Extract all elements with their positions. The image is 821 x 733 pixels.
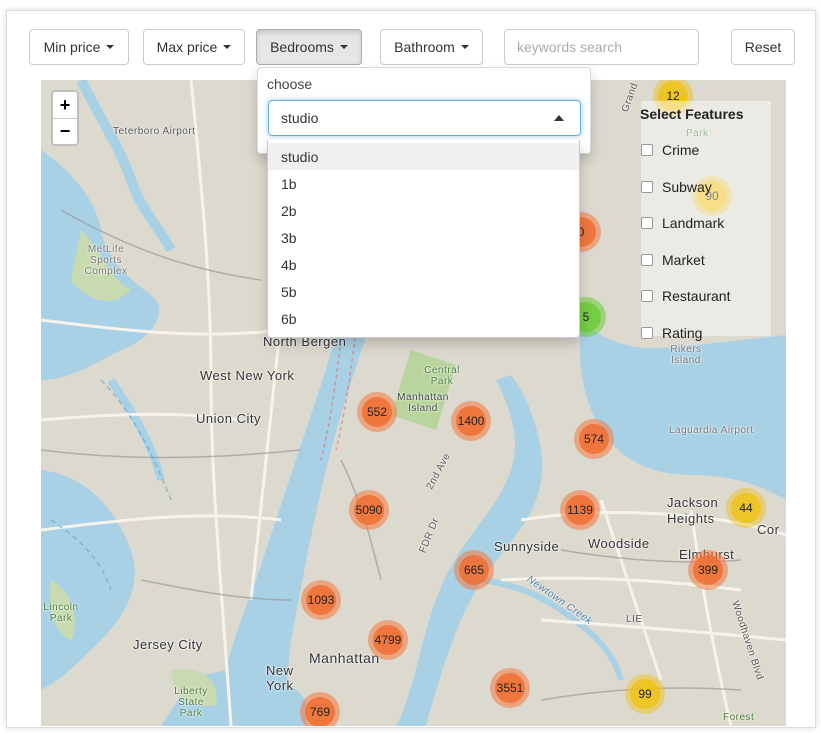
map-label-cor: Cor bbox=[757, 522, 780, 537]
keywords-search-input[interactable] bbox=[504, 29, 699, 65]
caret-down-icon bbox=[223, 45, 232, 49]
map-label-sunnyside: Sunnyside bbox=[494, 539, 560, 554]
map-label-manhattan: Manhattan bbox=[309, 650, 380, 666]
checkbox-icon[interactable] bbox=[641, 253, 653, 266]
map-label-new-york: New York bbox=[266, 663, 294, 693]
map-label-forest: Forest bbox=[723, 712, 755, 723]
feature-label: Rating bbox=[662, 324, 703, 341]
cluster-count: 1139 bbox=[565, 495, 595, 525]
cluster-marker[interactable]: 399 bbox=[688, 550, 728, 590]
feature-market[interactable]: Market bbox=[641, 242, 771, 279]
feature-label: Restaurant bbox=[662, 288, 731, 305]
bedrooms-button[interactable]: Bedrooms bbox=[256, 29, 362, 65]
map-label-jersey-city: Jersey City bbox=[133, 637, 203, 652]
cluster-marker[interactable]: 3551 bbox=[490, 668, 530, 708]
feature-label: Subway bbox=[662, 178, 712, 195]
checkbox-icon[interactable] bbox=[641, 290, 653, 303]
cluster-count: 99 bbox=[630, 679, 660, 709]
option-1b[interactable]: 1b bbox=[268, 170, 579, 197]
checkbox-icon[interactable] bbox=[641, 217, 653, 230]
cluster-marker[interactable]: 5090 bbox=[349, 490, 389, 530]
map-label-woodside: Woodside bbox=[588, 536, 650, 551]
map-label-metlife: MetLife Sports Complex bbox=[84, 244, 128, 277]
cluster-marker[interactable]: 4799 bbox=[368, 620, 408, 660]
checkbox-icon[interactable] bbox=[641, 144, 653, 157]
cluster-marker[interactable]: 574 bbox=[574, 419, 614, 459]
cluster-marker[interactable]: 769 bbox=[300, 692, 340, 726]
cluster-count: 399 bbox=[693, 555, 723, 585]
caret-down-icon bbox=[460, 45, 469, 49]
map-label-west-new-york: West New York bbox=[200, 368, 295, 383]
map-label-teterboro: Teterboro Airport bbox=[113, 126, 196, 137]
bathroom-label: Bathroom bbox=[394, 39, 455, 55]
feature-subway[interactable]: Subway bbox=[641, 169, 771, 206]
feature-label: Market bbox=[662, 251, 705, 268]
checkbox-icon[interactable] bbox=[641, 180, 653, 193]
map-label-liberty: Liberty State Park bbox=[174, 686, 208, 719]
cluster-count: 665 bbox=[459, 555, 489, 585]
feature-label: Crime bbox=[662, 142, 700, 159]
cluster-marker[interactable]: 44 bbox=[726, 488, 766, 528]
cluster-count: 4799 bbox=[373, 625, 403, 655]
select-features-panel: Select Features Crime Subway Landmark Marke… bbox=[640, 101, 771, 341]
cluster-marker[interactable]: 99 bbox=[625, 674, 665, 714]
bedrooms-options-list: studio 1b 2b 3b 4b 5b 6b bbox=[267, 140, 580, 338]
map-label-central-park: Central Park bbox=[424, 365, 460, 387]
caret-up-icon bbox=[554, 115, 564, 121]
map-label-jackson-heights: Jackson Heights bbox=[667, 495, 719, 526]
max-price-button[interactable]: Max price bbox=[143, 29, 245, 65]
option-4b[interactable]: 4b bbox=[268, 251, 579, 278]
features-title: Select Features bbox=[640, 106, 744, 122]
cluster-count: 769 bbox=[305, 697, 335, 726]
bedrooms-select[interactable]: studio bbox=[268, 100, 581, 136]
cluster-count: 1400 bbox=[456, 406, 486, 436]
option-5b[interactable]: 5b bbox=[268, 278, 579, 305]
cluster-marker[interactable]: 1400 bbox=[451, 401, 491, 441]
caret-down-icon bbox=[339, 45, 348, 49]
choose-label: choose bbox=[267, 76, 313, 92]
reset-button[interactable]: Reset bbox=[731, 29, 795, 65]
cluster-count: 1093 bbox=[306, 585, 336, 615]
feature-landmark[interactable]: Landmark bbox=[641, 205, 771, 242]
cluster-count: 3551 bbox=[495, 673, 525, 703]
min-price-label: Min price bbox=[43, 39, 101, 55]
bathroom-button[interactable]: Bathroom bbox=[380, 29, 483, 65]
map-label-laguardia: Laguardia Airport bbox=[669, 425, 754, 436]
select-value: studio bbox=[281, 110, 319, 126]
cluster-marker[interactable]: 1093 bbox=[301, 580, 341, 620]
cluster-count: 574 bbox=[579, 424, 609, 454]
feature-rating[interactable]: Rating bbox=[641, 315, 771, 352]
map-label-lincoln-park: Lincoln Park bbox=[43, 602, 79, 624]
caret-down-icon bbox=[106, 45, 115, 49]
bedrooms-label: Bedrooms bbox=[270, 39, 334, 55]
option-2b[interactable]: 2b bbox=[268, 197, 579, 224]
reset-label: Reset bbox=[744, 39, 782, 55]
cluster-count: 552 bbox=[362, 397, 392, 427]
feature-label: Landmark bbox=[662, 215, 725, 232]
option-6b[interactable]: 6b bbox=[268, 305, 579, 332]
map-label-manhattan-island: Manhattan Island bbox=[397, 392, 449, 414]
zoom-control: + − bbox=[51, 90, 79, 146]
max-price-label: Max price bbox=[156, 39, 218, 55]
feature-restaurant[interactable]: Restaurant bbox=[641, 278, 771, 315]
map-label-lie: LIE bbox=[626, 614, 643, 625]
cluster-count: 44 bbox=[731, 493, 761, 523]
zoom-in-button[interactable]: + bbox=[53, 92, 77, 118]
checkbox-icon[interactable] bbox=[641, 326, 653, 339]
zoom-out-button[interactable]: − bbox=[53, 118, 77, 144]
cluster-marker[interactable]: 1139 bbox=[560, 490, 600, 530]
feature-crime[interactable]: Crime bbox=[641, 132, 771, 169]
map-label-union-city: Union City bbox=[196, 411, 261, 426]
cluster-marker[interactable]: 552 bbox=[357, 392, 397, 432]
option-studio[interactable]: studio bbox=[268, 143, 579, 170]
cluster-marker[interactable]: 665 bbox=[454, 550, 494, 590]
cluster-count: 5090 bbox=[354, 495, 384, 525]
option-3b[interactable]: 3b bbox=[268, 224, 579, 251]
min-price-button[interactable]: Min price bbox=[29, 29, 129, 65]
